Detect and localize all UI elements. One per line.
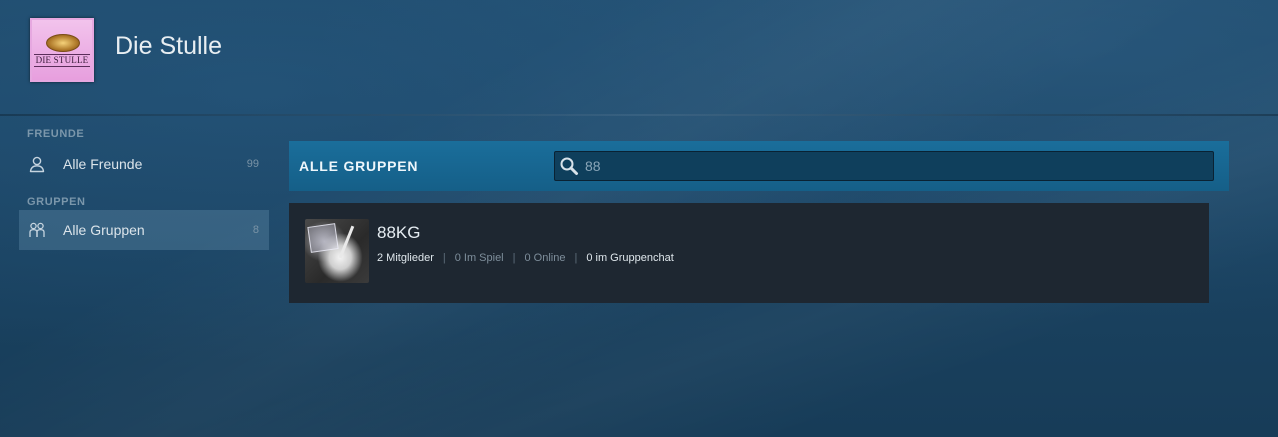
groups-section-label: GRUPPEN [27,196,86,208]
sidebar-item-label: Alle Gruppen [63,222,145,238]
friends-count: 99 [246,158,259,170]
sidebar-item-all-groups[interactable]: Alle Gruppen 8 [19,210,269,250]
stat-separator: | [574,252,578,264]
groups-header-bar: ALLE GRUPPEN [289,141,1229,191]
profile-name: Die Stulle [115,32,222,60]
sidebar: FREUNDE Alle Freunde 99 GRUPPEN Alle Gru… [19,128,269,250]
group-name[interactable]: 88KG [377,223,420,243]
profile-header: DIE STULLE Die Stulle [0,0,1278,116]
stat-separator: | [442,252,446,264]
member-count: 2 Mitglieder [377,252,434,264]
group-chat-count: 0 im Gruppenchat [586,252,674,264]
search-box[interactable] [554,151,1214,181]
page-title: ALLE GRUPPEN [299,158,419,174]
in-game-count: 0 Im Spiel [454,252,504,264]
search-icon [559,156,579,176]
online-count: 0 Online [524,252,566,264]
person-icon [27,154,47,174]
thumbnail-detail [307,223,339,253]
group-stats: 2 Mitglieder | 0 Im Spiel | 0 Online | 0… [377,252,674,264]
thumbnail-detail [338,225,355,259]
stat-separator: | [512,252,516,264]
search-input[interactable] [585,156,1205,176]
group-icon [27,220,47,240]
avatar-logo-emblem [46,34,80,52]
group-avatar[interactable]: DIE STULLE [30,18,94,82]
sidebar-item-label: Alle Freunde [63,156,143,172]
groups-count: 8 [252,224,259,236]
group-card[interactable]: 88KG 2 Mitglieder | 0 Im Spiel | 0 Onlin… [289,203,1209,303]
header-divider [0,114,1278,116]
avatar-logo-text: DIE STULLE [34,54,90,67]
sidebar-item-all-friends[interactable]: Alle Freunde 99 [19,144,269,184]
group-thumbnail[interactable] [305,219,369,283]
friends-section-label: FREUNDE [27,128,85,140]
